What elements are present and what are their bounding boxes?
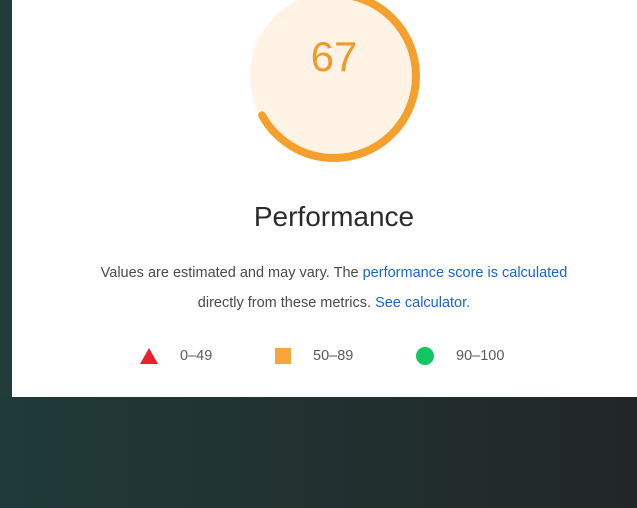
gauge-svg <box>248 0 420 162</box>
see-calculator-link[interactable]: See calculator. <box>375 295 470 311</box>
legend-label-pass: 90–100 <box>456 348 505 364</box>
red-triangle-icon <box>140 348 158 364</box>
category-title: Performance <box>253 201 415 232</box>
legend-label-fail: 0–49 <box>180 348 213 364</box>
legend-item-fail: 0–49 <box>140 344 212 368</box>
legend-label-average: 50–89 <box>313 348 354 364</box>
score-description: Values are estimated and may vary. The p… <box>12 258 637 318</box>
orange-square-icon <box>275 348 291 364</box>
description-text: Values are estimated and may vary. The <box>100 265 363 281</box>
report-card: 67 Performance Values are estimated and … <box>12 0 637 397</box>
performance-score-link[interactable]: performance score is calculated <box>363 265 568 281</box>
description-text-2: directly from these metrics. <box>197 295 376 311</box>
backdrop <box>0 0 12 397</box>
score-value: 67 <box>310 33 358 80</box>
score-gauge <box>244 0 424 166</box>
legend-item-average: 50–89 <box>275 344 353 368</box>
green-circle-icon <box>416 347 434 365</box>
score-legend: 0–49 50–89 90–100 <box>0 344 637 368</box>
legend-item-pass: 90–100 <box>416 344 504 368</box>
